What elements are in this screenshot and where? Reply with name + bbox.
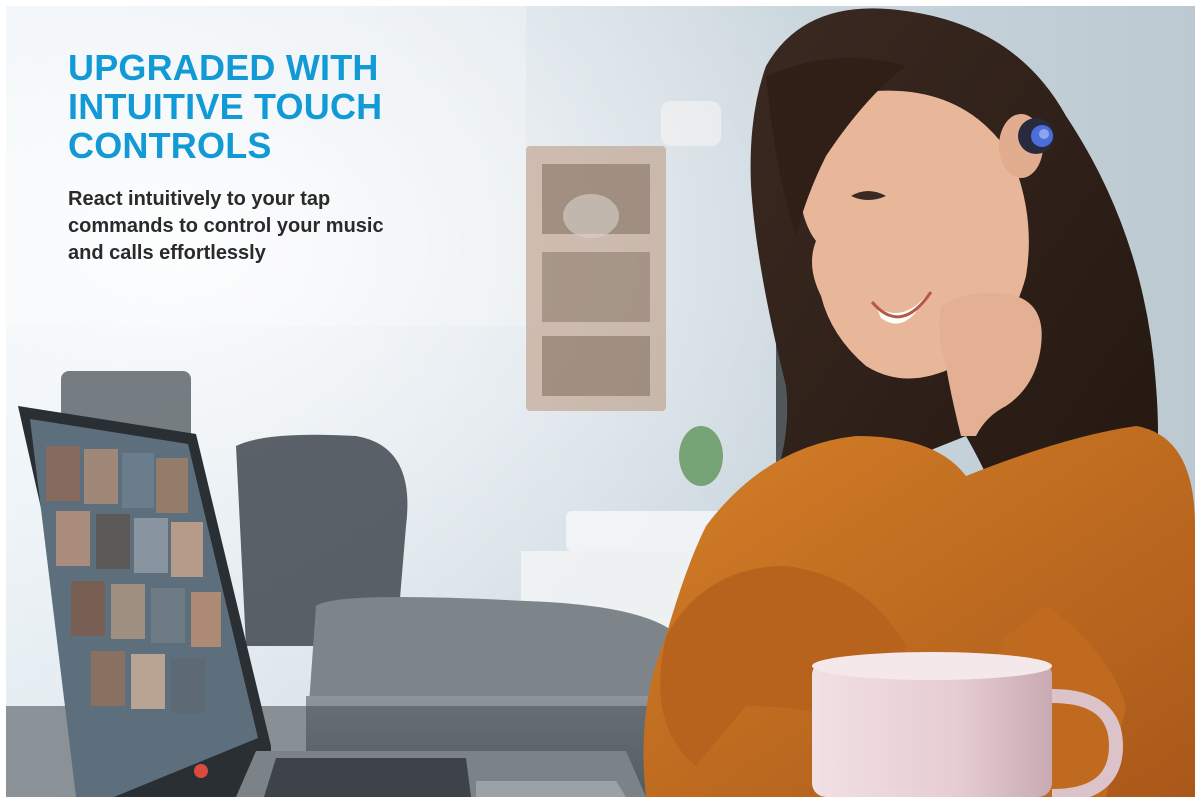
description-line-1: React intuitively to your tap	[68, 188, 331, 210]
headline-line-3: CONTROLS	[68, 125, 272, 166]
description-line-3: and calls effortlessly	[68, 242, 266, 264]
product-feature-banner: UPGRADED WITH INTUITIVE TOUCH CONTROLS R…	[0, 0, 1201, 803]
headline: UPGRADED WITH INTUITIVE TOUCH CONTROLS	[68, 48, 488, 165]
headline-line-2: INTUITIVE TOUCH	[68, 86, 383, 127]
description-line-2: commands to control your music	[68, 215, 384, 237]
headline-line-1: UPGRADED WITH	[68, 47, 379, 88]
feature-description: React intuitively to your tap commands t…	[68, 186, 448, 267]
